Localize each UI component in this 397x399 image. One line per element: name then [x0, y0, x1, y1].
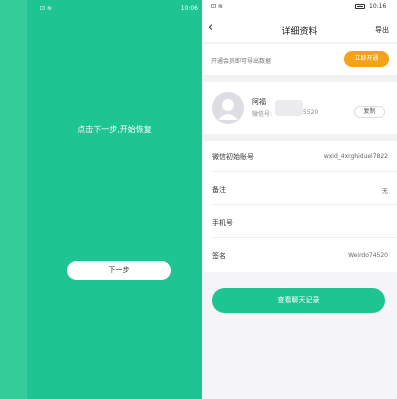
section-gap: [202, 75, 397, 82]
side-strip: [0, 0, 27, 399]
redacted-blur: [275, 100, 303, 116]
section-gap: [202, 134, 397, 141]
row-label: 备注: [212, 186, 226, 194]
battery-icon: [355, 4, 365, 9]
open-membership-button[interactable]: 立即开通: [344, 51, 389, 67]
row-value: Weirdo74520: [348, 252, 388, 259]
recovery-prompt: 点击下一步,开始恢复: [77, 125, 152, 134]
row-value: wxid_4xrghiduel7822: [323, 153, 388, 160]
status-time: 10:16: [369, 3, 387, 10]
row-divider: [212, 204, 397, 205]
status-icons: ⊡ ≋: [40, 5, 52, 12]
avatar: [212, 92, 244, 124]
next-step-button[interactable]: 下一步: [67, 261, 171, 280]
member-banner-text: 开通会员即可导出数据: [211, 58, 272, 65]
row-label: 微信初始账号: [212, 153, 254, 161]
nav-bar: ‹ 详细资料 导出: [202, 16, 397, 42]
wxid-label: 微信号:: [252, 111, 273, 118]
row-label: 手机号: [212, 219, 233, 227]
wxid-value: 5520: [303, 109, 319, 116]
recovery-panel: ⊡ ≋ 10:06 点击下一步,开始恢复 下一步: [0, 0, 202, 399]
status-time: 10:06: [180, 5, 198, 12]
info-row-phone: 手机号: [212, 211, 388, 233]
view-chat-history-button[interactable]: 查看聊天记录: [212, 288, 385, 313]
row-divider: [212, 171, 397, 172]
status-bar-right: ⊡ ≋ 10:16: [202, 0, 397, 12]
status-icons: ⊡ ≋: [211, 3, 223, 10]
nickname: 阿福: [252, 98, 266, 106]
export-button[interactable]: 导出: [375, 25, 389, 35]
copy-button[interactable]: 复制: [354, 106, 385, 118]
user-silhouette-icon: [218, 99, 238, 120]
divider: [202, 42, 397, 44]
row-value: 无: [381, 188, 388, 195]
info-row-remark: 备注 无: [212, 178, 388, 200]
status-bar-left: ⊡ ≋ 10:06: [40, 4, 200, 14]
row-divider: [212, 237, 397, 238]
info-row-initial-account: 微信初始账号 wxid_4xrghiduel7822: [212, 145, 388, 167]
info-row-signature: 签名 Weirdo74520: [212, 244, 388, 266]
page-title: 详细资料: [281, 27, 318, 37]
row-label: 签名: [212, 252, 226, 260]
detail-panel: ⊡ ≋ 10:16 ‹ 详细资料 导出 开通会员即可导出数据 立即开通 阿福 微…: [202, 0, 397, 399]
